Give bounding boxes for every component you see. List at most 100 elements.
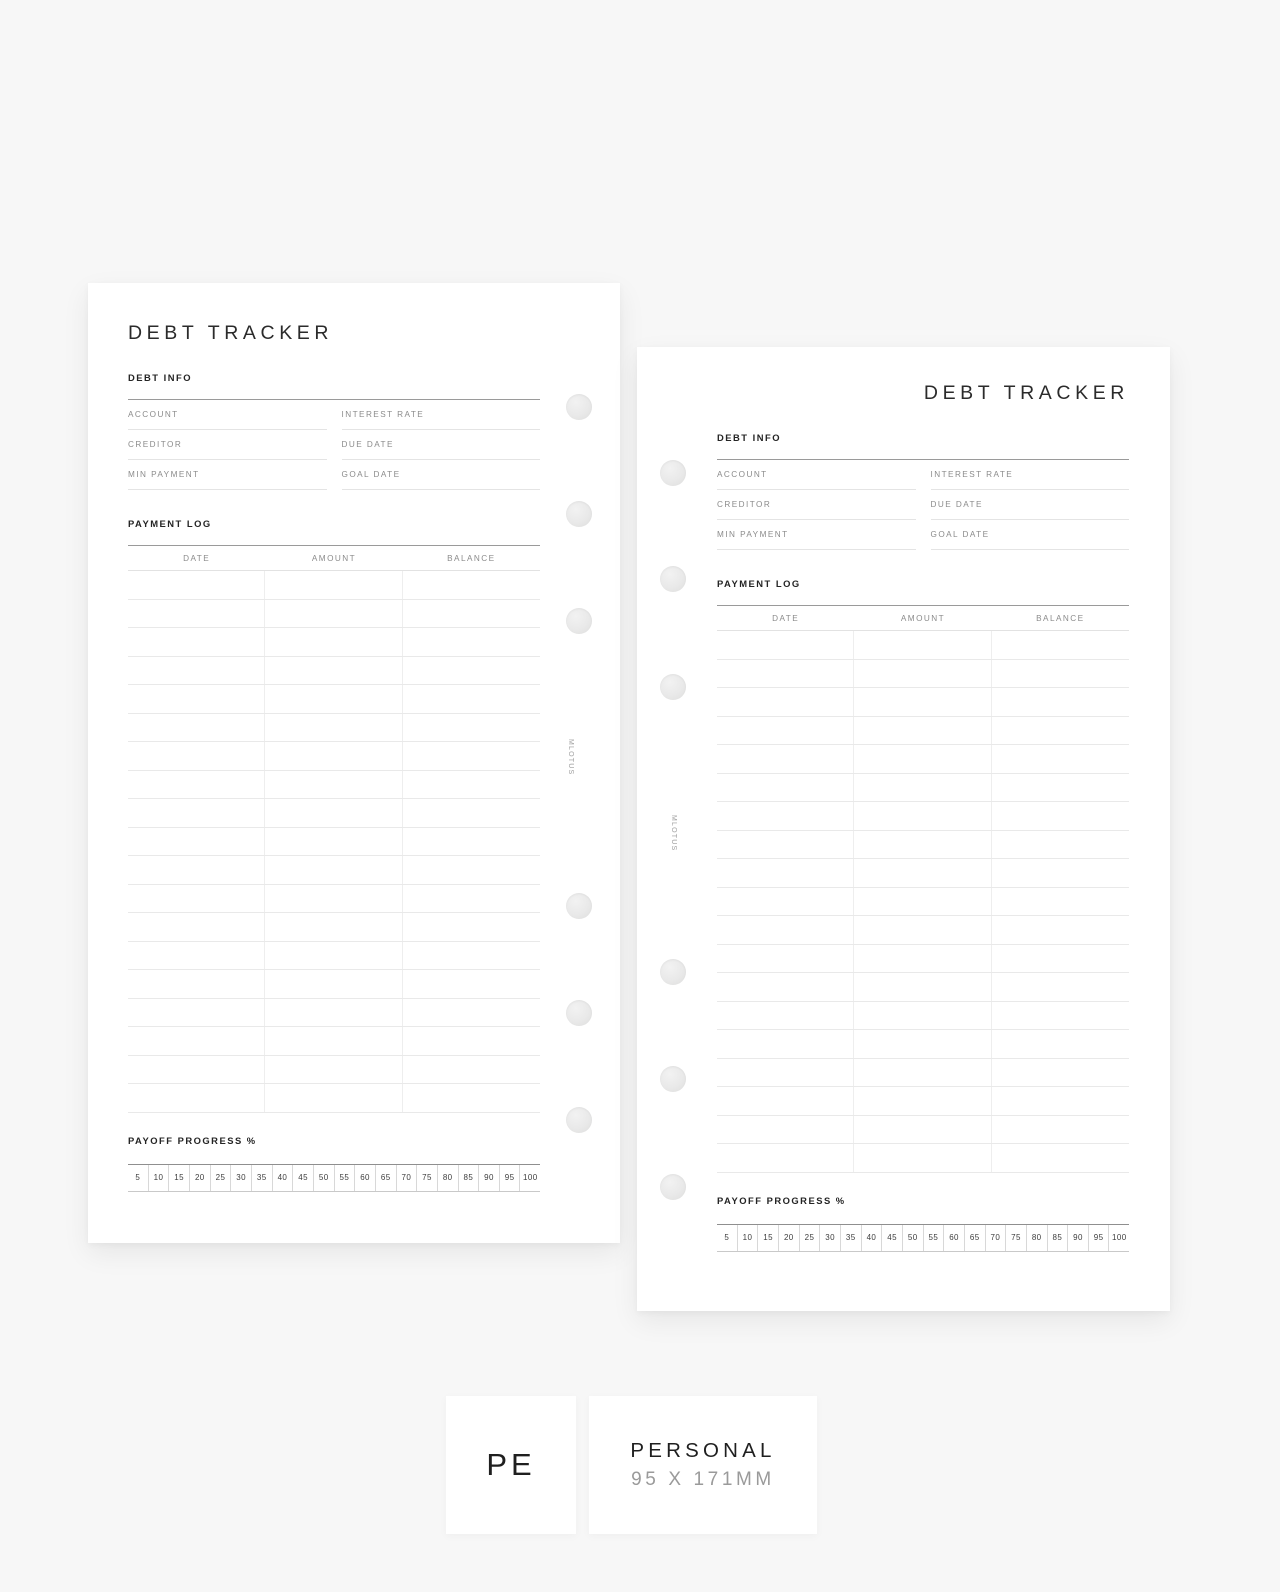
table-cell[interactable]: [403, 856, 540, 884]
table-cell[interactable]: [128, 856, 266, 884]
table-cell[interactable]: [265, 685, 403, 713]
table-cell[interactable]: [854, 802, 992, 830]
table-cell[interactable]: [992, 660, 1129, 688]
progress-tick-35[interactable]: 35: [841, 1224, 862, 1251]
field-interest-rate[interactable]: INTEREST RATE: [930, 460, 1129, 490]
progress-tick-65[interactable]: 65: [965, 1224, 986, 1251]
progress-tick-60[interactable]: 60: [944, 1224, 965, 1251]
table-cell[interactable]: [992, 802, 1129, 830]
table-cell[interactable]: [717, 1144, 855, 1172]
table-cell[interactable]: [854, 1001, 992, 1029]
table-row[interactable]: [717, 773, 1129, 802]
table-cell[interactable]: [403, 913, 540, 941]
table-cell[interactable]: [992, 973, 1129, 1001]
table-cell[interactable]: [128, 713, 266, 741]
table-cell[interactable]: [403, 1027, 540, 1055]
table-row[interactable]: [717, 1030, 1129, 1059]
progress-tick-30[interactable]: 30: [231, 1164, 252, 1191]
field-due-date[interactable]: DUE DATE: [341, 430, 540, 460]
table-cell[interactable]: [992, 631, 1129, 659]
table-cell[interactable]: [992, 774, 1129, 802]
progress-tick-65[interactable]: 65: [376, 1164, 397, 1191]
table-row[interactable]: [717, 859, 1129, 888]
field-creditor[interactable]: CREDITOR: [717, 490, 916, 520]
table-cell[interactable]: [128, 742, 266, 770]
table-row[interactable]: [128, 656, 540, 685]
table-cell[interactable]: [992, 688, 1129, 716]
table-cell[interactable]: [265, 713, 403, 741]
table-cell[interactable]: [717, 659, 855, 687]
table-cell[interactable]: [992, 916, 1129, 944]
progress-tick-95[interactable]: 95: [1089, 1224, 1110, 1251]
table-cell[interactable]: [717, 716, 855, 744]
table-row[interactable]: [128, 685, 540, 714]
table-cell[interactable]: [717, 944, 855, 972]
table-cell[interactable]: [717, 688, 855, 716]
table-cell[interactable]: [128, 571, 266, 599]
table-row[interactable]: [717, 1144, 1129, 1173]
table-cell[interactable]: [128, 685, 266, 713]
field-due-date[interactable]: DUE DATE: [930, 490, 1129, 520]
progress-tick-75[interactable]: 75: [1006, 1224, 1027, 1251]
table-cell[interactable]: [992, 859, 1129, 887]
progress-tick-90[interactable]: 90: [479, 1164, 500, 1191]
table-cell[interactable]: [992, 1002, 1129, 1030]
progress-tick-55[interactable]: 55: [335, 1164, 356, 1191]
table-row[interactable]: [128, 713, 540, 742]
table-cell[interactable]: [403, 600, 540, 628]
progress-tick-75[interactable]: 75: [417, 1164, 438, 1191]
table-cell[interactable]: [717, 802, 855, 830]
table-cell[interactable]: [128, 1055, 266, 1083]
table-cell[interactable]: [265, 1027, 403, 1055]
table-row[interactable]: [717, 973, 1129, 1002]
table-cell[interactable]: [992, 717, 1129, 745]
table-cell[interactable]: [403, 742, 540, 770]
table-cell[interactable]: [992, 1087, 1129, 1115]
progress-tick-45[interactable]: 45: [293, 1164, 314, 1191]
progress-tick-30[interactable]: 30: [820, 1224, 841, 1251]
progress-tick-95[interactable]: 95: [500, 1164, 521, 1191]
table-cell[interactable]: [403, 685, 540, 713]
table-cell[interactable]: [854, 1115, 992, 1143]
table-cell[interactable]: [265, 827, 403, 855]
table-cell[interactable]: [854, 1058, 992, 1086]
table-cell[interactable]: [265, 856, 403, 884]
field-min-payment[interactable]: MIN PAYMENT: [128, 460, 327, 490]
table-cell[interactable]: [128, 770, 266, 798]
table-cell[interactable]: [403, 999, 540, 1027]
table-cell[interactable]: [403, 1084, 540, 1112]
table-row[interactable]: [717, 1087, 1129, 1116]
table-cell[interactable]: [128, 628, 266, 656]
table-cell[interactable]: [992, 1030, 1129, 1058]
table-row[interactable]: [128, 970, 540, 999]
table-cell[interactable]: [854, 944, 992, 972]
table-row[interactable]: [128, 799, 540, 828]
table-cell[interactable]: [854, 1144, 992, 1172]
table-cell[interactable]: [265, 998, 403, 1026]
table-cell[interactable]: [265, 742, 403, 770]
progress-tick-50[interactable]: 50: [314, 1164, 335, 1191]
progress-tick-100[interactable]: 100: [520, 1165, 540, 1191]
table-cell[interactable]: [403, 1056, 540, 1084]
table-cell[interactable]: [128, 1084, 266, 1112]
table-cell[interactable]: [128, 656, 266, 684]
table-row[interactable]: [128, 1027, 540, 1056]
table-cell[interactable]: [717, 830, 855, 858]
progress-tick-20[interactable]: 20: [190, 1164, 211, 1191]
table-cell[interactable]: [717, 973, 855, 1001]
table-row[interactable]: [128, 1055, 540, 1084]
table-cell[interactable]: [403, 828, 540, 856]
field-goal-date[interactable]: GOAL DATE: [341, 460, 540, 490]
progress-tick-85[interactable]: 85: [1048, 1224, 1069, 1251]
table-cell[interactable]: [854, 1030, 992, 1058]
table-row[interactable]: [128, 941, 540, 970]
field-goal-date[interactable]: GOAL DATE: [930, 520, 1129, 550]
table-cell[interactable]: [717, 631, 855, 659]
field-interest-rate[interactable]: INTEREST RATE: [341, 400, 540, 430]
table-row[interactable]: [128, 856, 540, 885]
table-row[interactable]: [128, 770, 540, 799]
table-cell[interactable]: [403, 714, 540, 742]
table-cell[interactable]: [854, 830, 992, 858]
field-min-payment[interactable]: MIN PAYMENT: [717, 520, 916, 550]
table-row[interactable]: [128, 1084, 540, 1113]
